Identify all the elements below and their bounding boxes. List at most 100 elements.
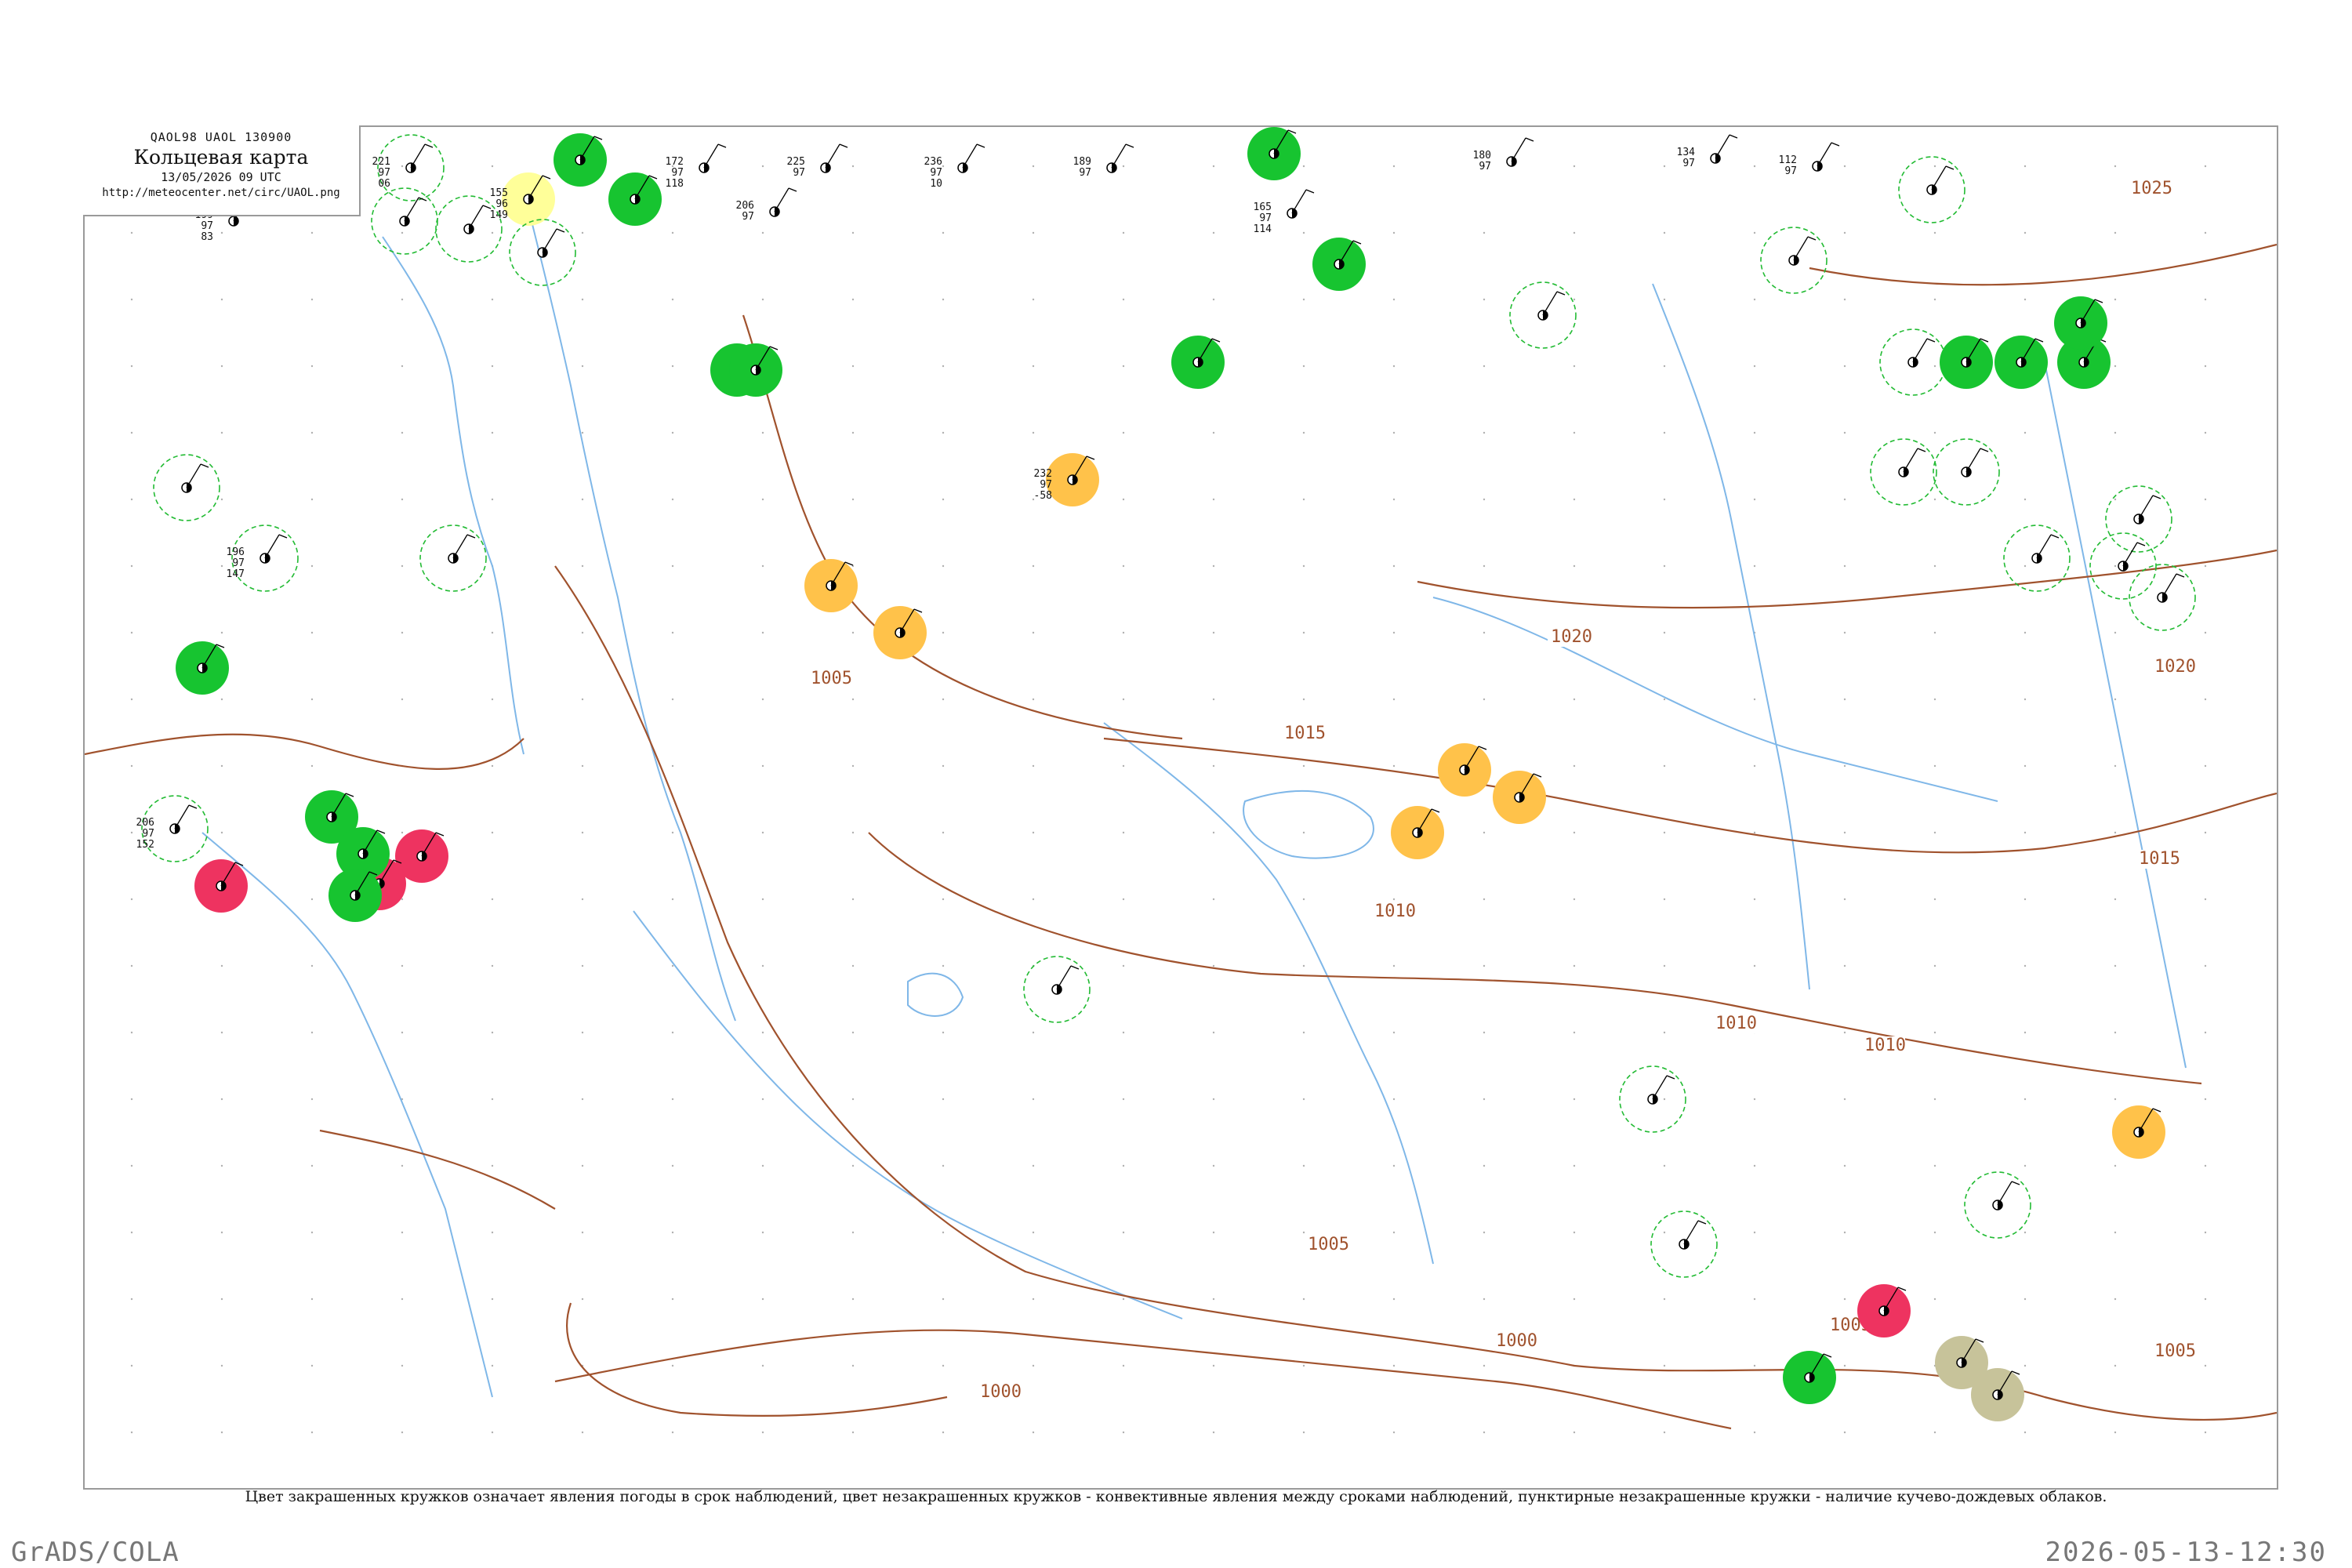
grid-dot [942,365,945,368]
grid-dot [401,1031,404,1034]
grid-dot [942,698,945,701]
station-cb[interactable] [371,187,438,255]
grid-dot [1843,231,1846,234]
station-haze[interactable]: 23297-58 [1034,453,1099,506]
station-cb[interactable]: 20697152 [136,795,209,862]
grid-dot [2204,165,2207,168]
station-none[interactable]: 2369710 [924,143,985,190]
station-haze[interactable] [1438,743,1491,797]
grid-dot [1483,231,1486,234]
station-fog[interactable]: 15596149 [490,172,555,226]
station-cb[interactable] [1023,956,1091,1023]
grid-dot [1663,1364,1666,1367]
grid-dot [491,1031,494,1034]
station-dew: 118 [666,178,684,190]
station-dust[interactable] [1971,1368,2024,1421]
station-precip[interactable] [1783,1351,1836,1404]
station-cb[interactable] [419,524,487,592]
grid-dot [1032,298,1035,301]
station-precip[interactable] [608,172,662,226]
grid-dot [1663,898,1666,901]
grid-dot [1302,431,1305,434]
station-cb[interactable] [1933,438,2000,506]
station-cb[interactable] [509,219,576,286]
station-cb[interactable] [1509,281,1577,349]
station-precip[interactable] [328,869,382,922]
station-none[interactable]: 13497 [1677,134,1738,169]
station-precip[interactable] [554,133,607,187]
grid-dot [1843,898,1846,901]
grid-dot [1032,1031,1035,1034]
station-haze[interactable] [1391,806,1444,859]
station-precip[interactable] [1940,336,1993,389]
grid-dot [130,1098,133,1101]
station-cb[interactable] [1650,1210,1718,1278]
station-cb[interactable] [153,454,220,521]
station-cb[interactable] [1898,156,1965,223]
source-url[interactable]: http://meteocenter.net/circ/UAOL.png [83,187,359,199]
grid-dot [1122,298,1125,301]
station-precip[interactable] [1171,336,1225,389]
grid-dot [1663,698,1666,701]
grid-dot [401,898,404,901]
station-cb[interactable] [2089,532,2157,600]
grid-dot [1843,764,1846,768]
station-none[interactable]: 17297118 [666,143,727,190]
grid-dot [1392,365,1396,368]
station-cb[interactable] [2105,485,2172,553]
grid-dot [2114,1364,2117,1367]
wind-barb [1817,142,1832,167]
synoptic-map[interactable]: 1025 1020 1020 1015 1015 1010 1010 1010 1005 1005… [85,127,2277,1488]
grid-dot [130,698,133,701]
grid-dot [851,1231,855,1234]
station-thunder[interactable] [194,859,248,913]
grid-dot [2204,1364,2207,1367]
grid-dot [1032,631,1035,634]
station-precip[interactable] [1247,127,1301,180]
grid-dot [671,831,674,834]
grid-dot [1032,165,1035,168]
station-precip[interactable] [1312,238,1366,291]
station-precip[interactable] [2054,296,2107,350]
station-cb[interactable] [1870,438,1937,506]
river [382,236,524,755]
isobar-line [1809,243,2277,286]
station-cb[interactable] [1879,328,1947,396]
station-cb[interactable] [435,195,503,263]
river [1432,597,1998,802]
grid-dot [671,1031,674,1034]
station-none[interactable]: 18097 [1473,137,1534,172]
grid-dot [1483,1298,1486,1301]
station-precip[interactable] [1994,336,2048,389]
station-cb[interactable] [2129,564,2196,631]
grid-dot [1392,698,1396,701]
station-none[interactable]: 20697 [736,187,797,223]
station-cb[interactable] [1619,1065,1686,1133]
grid-dot [1753,231,1756,234]
station-cb[interactable]: 2219706 [372,134,445,201]
wind-barb [1965,448,1981,473]
station-none[interactable]: 16597114 [1254,189,1315,235]
station-precip[interactable] [729,343,782,397]
grid-dot [1843,564,1846,568]
station-haze[interactable] [1493,771,1546,824]
grid-dot [310,231,314,234]
station-precip[interactable] [176,641,229,695]
grid-dot [942,1164,945,1167]
station-none[interactable]: 18997 [1073,143,1134,179]
station-haze[interactable] [2112,1105,2165,1159]
grid-dot [1843,1298,1846,1301]
wind-feather [2050,534,2060,539]
station-thunder[interactable] [1857,1284,1911,1338]
station-cb[interactable] [1760,227,1828,294]
station-cb[interactable] [2003,524,2071,592]
station-temp: 97 [671,167,684,179]
station-cb[interactable] [1964,1171,2031,1239]
station-cb[interactable]: 19697147 [227,524,299,592]
grid-dot [491,431,494,434]
station-none[interactable]: 22597 [787,143,848,179]
station-haze[interactable] [804,559,858,612]
station-none[interactable]: 11297 [1779,142,1840,177]
lake [1243,789,1374,859]
station-haze[interactable] [873,606,927,659]
